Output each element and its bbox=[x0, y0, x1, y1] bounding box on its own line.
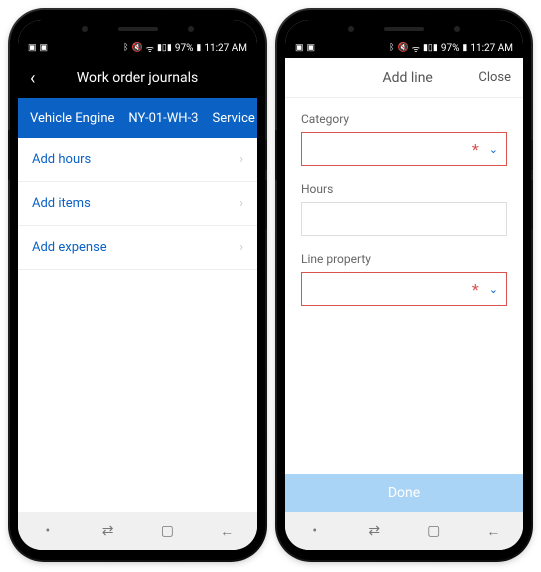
close-button[interactable]: Close bbox=[478, 70, 511, 85]
nav-menu[interactable]: • bbox=[33, 523, 63, 539]
line-property-select[interactable]: * ⌄ bbox=[301, 272, 507, 306]
context-type: Service bbox=[212, 111, 254, 126]
list-item-add-hours[interactable]: Add hours › bbox=[18, 138, 257, 182]
nav-home[interactable]: ▢ bbox=[152, 523, 182, 539]
chevron-right-icon: › bbox=[239, 152, 243, 167]
done-button[interactable]: Done bbox=[285, 474, 523, 512]
nav-recents[interactable]: ⇄ bbox=[359, 523, 389, 539]
chevron-down-icon: ⌄ bbox=[489, 283, 498, 296]
page-title: Work order journals bbox=[50, 70, 225, 86]
bluetooth-icon: ᛒ bbox=[123, 43, 128, 53]
back-button[interactable]: ‹ bbox=[30, 68, 50, 89]
mute-icon: 🔇 bbox=[132, 43, 143, 53]
phone-left: ▣ ▣ ᛒ 🔇 ᯤ ▮▯▮ 97% ▮ 11:27 AM ‹ Work orde… bbox=[10, 10, 265, 560]
chevron-right-icon: › bbox=[239, 240, 243, 255]
context-order: NY-01-WH-3 bbox=[128, 111, 198, 126]
field-label: Hours bbox=[301, 182, 507, 196]
nav-back[interactable]: ← bbox=[212, 523, 242, 540]
nav-home[interactable]: ▢ bbox=[419, 523, 449, 539]
phone-right: ▣ ▣ ᛒ 🔇 ᯤ ▮▯▮ 97% ▮ 11:27 AM Add line Cl… bbox=[277, 10, 531, 560]
list-item-label: Add items bbox=[32, 196, 91, 211]
app-bar: Add line Close bbox=[285, 58, 523, 98]
required-icon: * bbox=[472, 280, 479, 299]
battery-icon: ▮ bbox=[196, 43, 201, 53]
signal-icon: ▮▯▮ bbox=[157, 43, 172, 53]
notif-icon: ▣ bbox=[295, 43, 304, 53]
notif-icon: ▣ bbox=[40, 43, 49, 53]
wifi-icon: ᯤ bbox=[146, 42, 154, 55]
list: Add hours › Add items › Add expense › bbox=[18, 138, 257, 512]
list-item-add-items[interactable]: Add items › bbox=[18, 182, 257, 226]
context-vehicle: Vehicle Engine bbox=[30, 111, 114, 126]
screen-2: ▣ ▣ ᛒ 🔇 ᯤ ▮▯▮ 97% ▮ 11:27 AM Add line Cl… bbox=[285, 20, 523, 550]
list-item-label: Add expense bbox=[32, 240, 107, 255]
signal-icon: ▮▯▮ bbox=[423, 43, 438, 53]
nav-back[interactable]: ← bbox=[478, 523, 508, 540]
field-hours: Hours bbox=[301, 182, 507, 236]
mute-icon: 🔇 bbox=[398, 43, 409, 53]
screen-1: ▣ ▣ ᛒ 🔇 ᯤ ▮▯▮ 97% ▮ 11:27 AM ‹ Work orde… bbox=[18, 20, 257, 550]
field-category: Category * ⌄ bbox=[301, 112, 507, 166]
status-bar: ▣ ▣ ᛒ 🔇 ᯤ ▮▯▮ 97% ▮ 11:27 AM bbox=[18, 38, 257, 58]
required-icon: * bbox=[472, 140, 479, 159]
wifi-icon: ᯤ bbox=[412, 42, 420, 55]
bluetooth-icon: ᛒ bbox=[389, 43, 394, 53]
battery-pct: 97% bbox=[175, 43, 194, 54]
done-label: Done bbox=[388, 485, 420, 501]
nav-recents[interactable]: ⇄ bbox=[93, 523, 123, 539]
app-bar: ‹ Work order journals bbox=[18, 58, 257, 98]
battery-icon: ▮ bbox=[462, 43, 467, 53]
clock: 11:27 AM bbox=[470, 43, 513, 54]
android-nav-bar: • ⇄ ▢ ← bbox=[18, 512, 257, 550]
battery-pct: 97% bbox=[441, 43, 460, 54]
chevron-down-icon: ⌄ bbox=[489, 143, 498, 156]
context-bar: Vehicle Engine NY-01-WH-3 Service bbox=[18, 98, 257, 138]
speaker-bar bbox=[18, 20, 257, 38]
speaker-bar bbox=[285, 20, 523, 38]
hours-input[interactable] bbox=[301, 202, 507, 236]
notif-icon: ▣ bbox=[28, 43, 37, 53]
field-label: Line property bbox=[301, 252, 507, 266]
category-select[interactable]: * ⌄ bbox=[301, 132, 507, 166]
list-item-label: Add hours bbox=[32, 152, 91, 167]
clock: 11:27 AM bbox=[204, 43, 247, 54]
status-bar: ▣ ▣ ᛒ 🔇 ᯤ ▮▯▮ 97% ▮ 11:27 AM bbox=[285, 38, 523, 58]
nav-menu[interactable]: • bbox=[300, 523, 330, 539]
field-label: Category bbox=[301, 112, 507, 126]
notif-icon: ▣ bbox=[307, 43, 316, 53]
list-item-add-expense[interactable]: Add expense › bbox=[18, 226, 257, 270]
form: Category * ⌄ Hours Line property * ⌄ bbox=[285, 98, 523, 474]
page-title: Add line bbox=[337, 70, 478, 86]
field-line-property: Line property * ⌄ bbox=[301, 252, 507, 306]
android-nav-bar: • ⇄ ▢ ← bbox=[285, 512, 523, 550]
chevron-right-icon: › bbox=[239, 196, 243, 211]
